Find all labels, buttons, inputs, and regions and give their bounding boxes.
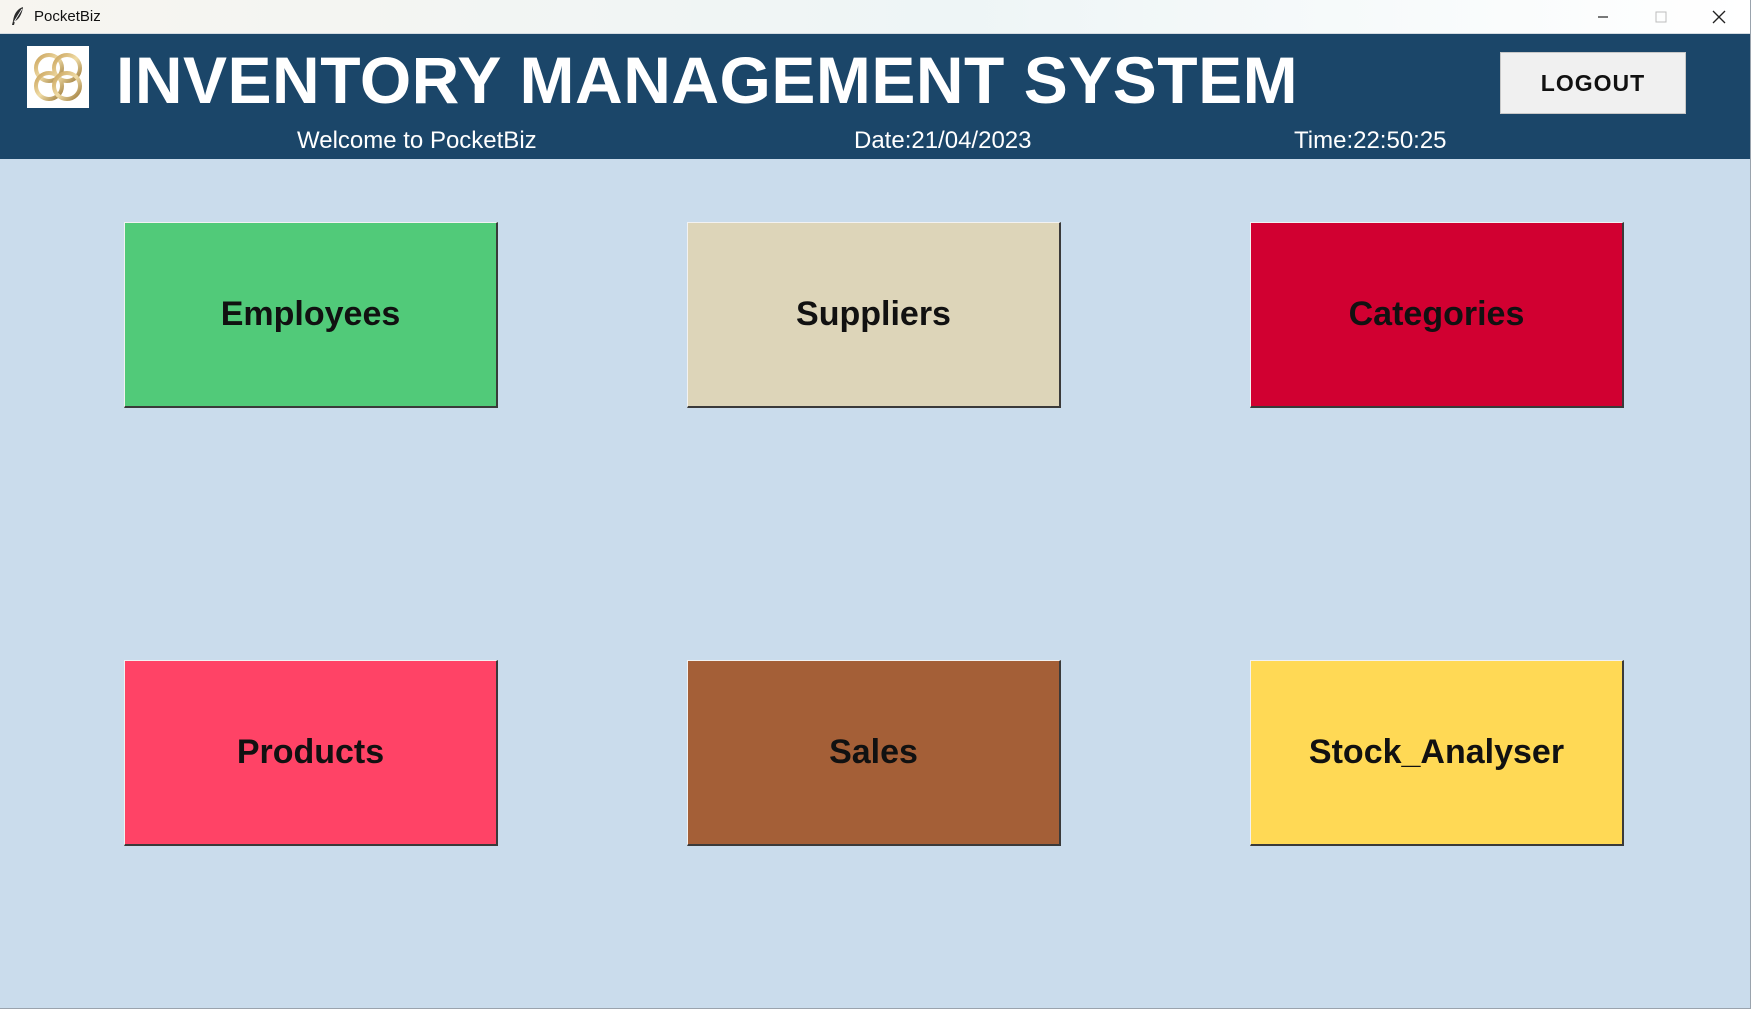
title-bar[interactable]: PocketBiz (0, 0, 1750, 34)
close-icon (1712, 10, 1726, 23)
app-window: PocketBiz INVENTORY MANAGEMENT SYSTEM LO… (0, 0, 1751, 1009)
products-button[interactable]: Products (124, 660, 498, 846)
app-header: INVENTORY MANAGEMENT SYSTEM LOGOUT Welco… (0, 34, 1750, 159)
page-title: INVENTORY MANAGEMENT SYSTEM (116, 43, 1299, 117)
stock-analyser-button[interactable]: Stock_Analyser (1250, 660, 1624, 846)
logo-icon (27, 46, 89, 108)
minimize-icon (1598, 15, 1608, 18)
minimize-button[interactable] (1574, 0, 1632, 33)
welcome-text: Welcome to PocketBiz (297, 127, 537, 154)
date-label: Date:21/04/2023 (854, 127, 1032, 154)
suppliers-button[interactable]: Suppliers (687, 222, 1061, 408)
logout-button[interactable]: LOGOUT (1500, 52, 1686, 114)
employees-button[interactable]: Employees (124, 222, 498, 408)
feather-icon (9, 6, 27, 26)
window-title: PocketBiz (34, 8, 101, 25)
sales-button[interactable]: Sales (687, 660, 1061, 846)
time-label: Time:22:50:25 (1294, 127, 1447, 154)
maximize-button[interactable] (1632, 0, 1690, 33)
close-button[interactable] (1690, 0, 1748, 33)
maximize-icon (1655, 11, 1667, 22)
categories-button[interactable]: Categories (1250, 222, 1624, 408)
